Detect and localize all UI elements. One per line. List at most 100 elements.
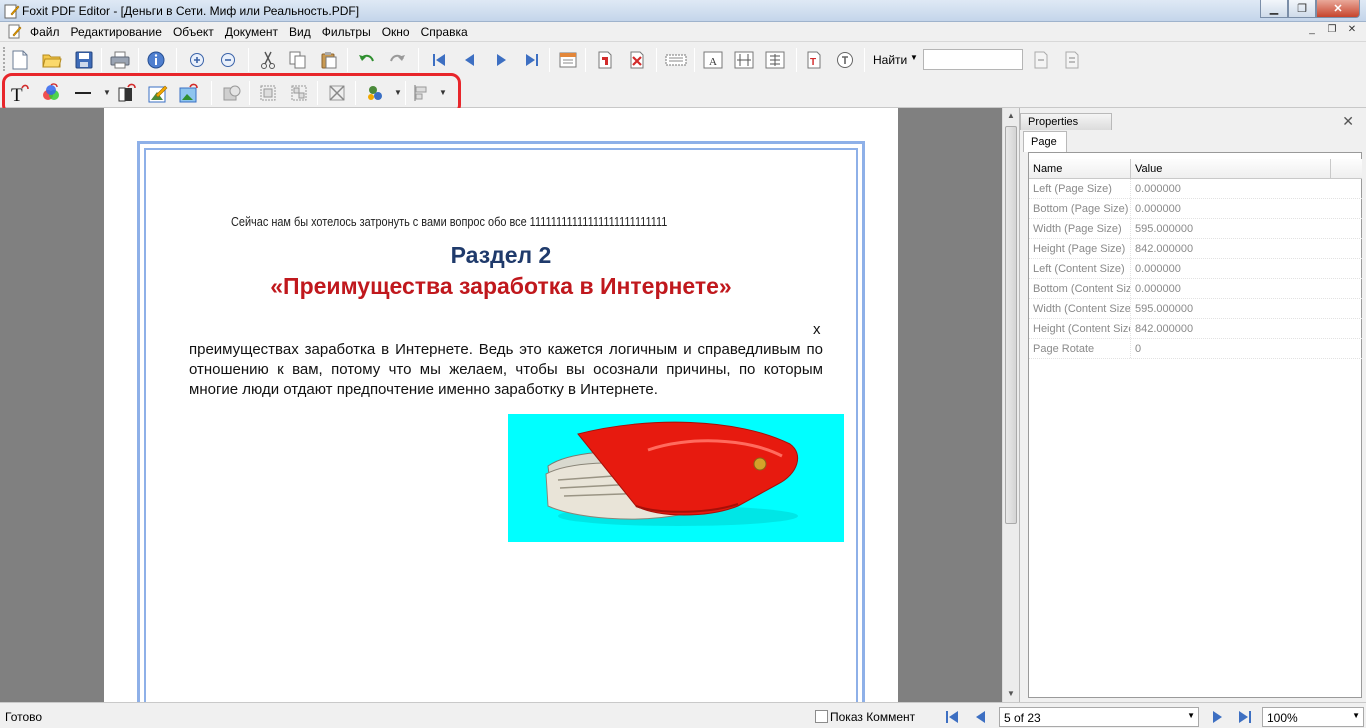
color-picker-icon[interactable] <box>40 82 62 104</box>
show-comments-checkbox[interactable] <box>815 710 828 723</box>
property-row[interactable]: Width (Content Size) 595.000000 <box>1029 299 1362 319</box>
property-value[interactable]: 595.000000 <box>1131 299 1331 318</box>
close-properties-icon[interactable]: ✕ <box>1342 113 1354 130</box>
crop-page-icon[interactable] <box>665 49 687 71</box>
status-first-page-icon[interactable] <box>943 708 961 726</box>
add-picture-icon[interactable] <box>178 82 200 104</box>
find-options-dropdown[interactable]: ▼ <box>910 53 918 62</box>
menu-view[interactable]: Вид <box>289 25 311 39</box>
page-number-dropdown-icon[interactable]: ▼ <box>1187 711 1195 720</box>
object-arrange-dropdown[interactable]: ▼ <box>394 88 402 97</box>
show-comments-label[interactable]: Показ Коммент <box>830 710 915 724</box>
clipping-path-icon[interactable] <box>326 82 348 104</box>
add-image-icon[interactable] <box>147 82 169 104</box>
column-header-name[interactable]: Name <box>1029 159 1131 178</box>
status-previous-page-icon[interactable] <box>972 708 990 726</box>
scrollbar-thumb[interactable] <box>1005 126 1017 524</box>
maximize-button[interactable]: ❐ <box>1288 0 1316 18</box>
property-value[interactable]: 0.000000 <box>1131 259 1331 278</box>
document-vertical-scrollbar[interactable]: ▲ ▼ <box>1002 108 1019 702</box>
menu-help[interactable]: Справка <box>421 25 468 39</box>
find-previous-icon[interactable] <box>1030 49 1052 71</box>
ungroup-objects-icon[interactable] <box>288 82 310 104</box>
delete-page-icon[interactable] <box>626 49 648 71</box>
last-page-icon[interactable] <box>521 49 543 71</box>
add-text-icon[interactable]: T <box>9 82 31 104</box>
object-arrange-icon[interactable] <box>364 82 386 104</box>
property-value[interactable]: 0.000000 <box>1131 279 1331 298</box>
wallet-image[interactable] <box>508 414 844 542</box>
cut-icon[interactable] <box>257 49 279 71</box>
zoom-level-field[interactable]: 100% ▼ <box>1262 707 1364 727</box>
insert-page-icon[interactable] <box>594 49 616 71</box>
save-icon[interactable] <box>73 49 95 71</box>
print-icon[interactable] <box>109 49 131 71</box>
zoom-dropdown-icon[interactable]: ▼ <box>1352 711 1360 720</box>
section-heading[interactable]: Раздел 2 <box>104 242 898 269</box>
scroll-up-arrow-icon[interactable]: ▲ <box>1003 108 1019 124</box>
menu-file[interactable]: Файл <box>30 25 60 39</box>
previous-page-icon[interactable] <box>459 49 481 71</box>
line-tool-dropdown[interactable]: ▼ <box>103 88 111 97</box>
toolbar-grip[interactable] <box>3 80 7 104</box>
property-row[interactable]: Height (Page Size) 842.000000 <box>1029 239 1362 259</box>
stray-character[interactable]: х <box>813 321 821 338</box>
property-row[interactable]: Width (Page Size) 595.000000 <box>1029 219 1362 239</box>
property-row[interactable]: Left (Page Size) 0.000000 <box>1029 179 1362 199</box>
add-shape-icon[interactable] <box>116 82 138 104</box>
toolbar-grip[interactable] <box>3 47 7 71</box>
tab-page[interactable]: Page <box>1023 131 1067 152</box>
align-grid-icon[interactable] <box>764 49 786 71</box>
property-row[interactable]: Bottom (Content Size) 0.000000 <box>1029 279 1362 299</box>
property-value[interactable]: 595.000000 <box>1131 219 1331 238</box>
menu-object[interactable]: Объект <box>173 25 214 39</box>
document-info-icon[interactable] <box>145 49 167 71</box>
pdf-page[interactable]: Сейчас нам бы хотелось затронуть с вами … <box>104 108 898 721</box>
property-value[interactable]: 842.000000 <box>1131 319 1331 338</box>
property-value[interactable]: 0.000000 <box>1131 179 1331 198</box>
menu-filters[interactable]: Фильтры <box>322 25 371 39</box>
find-input[interactable] <box>923 49 1023 70</box>
property-row[interactable]: Page Rotate 0 <box>1029 339 1362 359</box>
scroll-down-arrow-icon[interactable]: ▼ <box>1003 686 1019 702</box>
page-properties-icon[interactable] <box>557 49 579 71</box>
property-row[interactable]: Height (Content Size) 842.000000 <box>1029 319 1362 339</box>
find-next-icon[interactable] <box>1061 49 1083 71</box>
mdi-close-button[interactable]: ✕ <box>1342 24 1362 39</box>
property-value[interactable]: 842.000000 <box>1131 239 1331 258</box>
status-last-page-icon[interactable] <box>1236 708 1254 726</box>
page-number-field[interactable]: 5 of 23 ▼ <box>999 707 1199 727</box>
menu-edit[interactable]: Редактирование <box>71 25 162 39</box>
close-button[interactable]: ✕ <box>1316 0 1360 18</box>
paste-icon[interactable] <box>318 49 340 71</box>
menu-document[interactable]: Документ <box>225 25 278 39</box>
property-value[interactable]: 0.000000 <box>1131 199 1331 218</box>
body-paragraph[interactable]: преимуществах заработка в Интернете. Вед… <box>189 340 823 400</box>
section-subtitle[interactable]: «Преимущества заработка в Интернете» <box>104 273 898 300</box>
align-objects-icon[interactable] <box>411 82 433 104</box>
document-view[interactable]: Сейчас нам бы хотелось затронуть с вами … <box>0 108 1018 721</box>
property-row[interactable]: Bottom (Page Size) 0.000000 <box>1029 199 1362 219</box>
zoom-out-icon[interactable] <box>217 49 239 71</box>
property-row[interactable]: Left (Content Size) 0.000000 <box>1029 259 1362 279</box>
undo-icon[interactable] <box>356 49 378 71</box>
stamp-icon[interactable] <box>834 49 856 71</box>
first-page-icon[interactable] <box>428 49 450 71</box>
line-tool-icon[interactable] <box>72 82 94 104</box>
status-next-page-icon[interactable] <box>1208 708 1226 726</box>
text-fit-icon[interactable]: A <box>702 49 724 71</box>
align-objects-dropdown[interactable]: ▼ <box>439 88 447 97</box>
zoom-in-icon[interactable] <box>186 49 208 71</box>
new-document-icon[interactable] <box>9 49 31 71</box>
mdi-restore-button[interactable]: ❐ <box>1322 24 1342 39</box>
align-columns-icon[interactable] <box>733 49 755 71</box>
property-value[interactable]: 0 <box>1131 339 1331 358</box>
add-text-field-icon[interactable]: T <box>803 49 825 71</box>
group-objects-icon[interactable] <box>257 82 279 104</box>
mdi-minimize-button[interactable]: _ <box>1302 24 1322 39</box>
redo-icon[interactable] <box>386 49 408 71</box>
copy-icon[interactable] <box>287 49 309 71</box>
open-folder-icon[interactable] <box>41 49 63 71</box>
shading-tool-icon[interactable] <box>221 82 243 104</box>
column-header-value[interactable]: Value <box>1131 159 1331 178</box>
